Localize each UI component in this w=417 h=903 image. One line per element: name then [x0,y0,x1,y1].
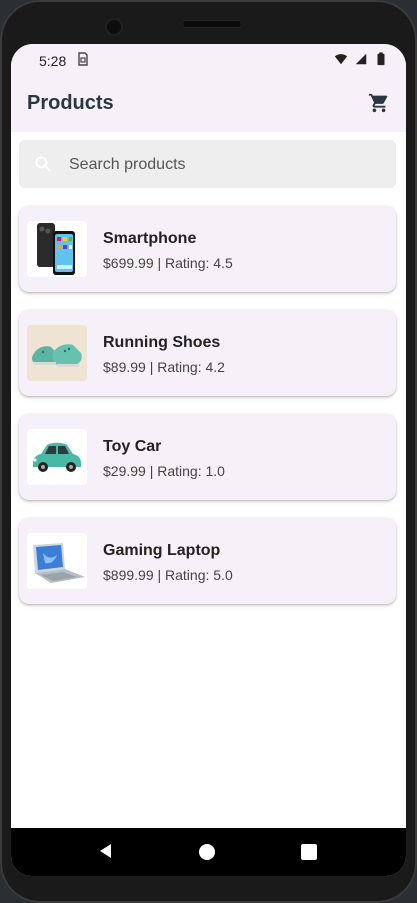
product-name: Gaming Laptop [103,542,221,559]
status-icons [334,52,388,66]
product-card-toy-car[interactable]: Toy Car $29.99 | Rating: 1.0 [19,414,396,500]
product-price-rating: $89.99 | Rating: 4.2 [103,359,225,375]
shoes-image [27,325,87,381]
product-price-rating: $899.99 | Rating: 5.0 [103,567,233,583]
front-camera [105,18,123,36]
product-list: Smartphone $699.99 | Rating: 4.5 Running… [19,206,396,622]
laptop-image [27,533,87,589]
phone-frame: 5:28 Products Search products Smartphone… [0,0,417,903]
product-name: Toy Car [103,438,162,455]
battery-icon [377,52,385,66]
earpiece [182,20,242,28]
toy-car-image [27,429,87,485]
product-card-running-shoes[interactable]: Running Shoes $89.99 | Rating: 4.2 [19,310,396,396]
product-card-gaming-laptop[interactable]: Gaming Laptop $899.99 | Rating: 5.0 [19,518,396,604]
home-icon[interactable] [199,844,215,860]
cart-button[interactable] [366,90,392,116]
cart-icon [368,93,388,113]
status-time: 5:28 [39,53,67,69]
screen: 5:28 Products Search products Smartphone… [11,44,406,876]
system-nav-bar [11,828,406,876]
product-price-rating: $699.99 | Rating: 4.5 [103,255,233,271]
back-icon[interactable] [97,842,115,860]
search-input[interactable] [67,150,381,180]
status-bar: 5:28 [11,44,406,76]
wifi-icon [334,54,348,65]
product-card-smartphone[interactable]: Smartphone $699.99 | Rating: 4.5 [19,206,396,292]
search-bar[interactable] [19,140,396,188]
product-name: Smartphone [103,230,197,247]
smartphone-image [27,221,87,277]
product-name: Running Shoes [103,334,221,351]
signal-icon [355,53,367,65]
app-bar: Products [11,76,406,132]
sim-icon [77,52,89,69]
product-price-rating: $29.99 | Rating: 1.0 [103,463,225,479]
page-title: Products [27,92,114,114]
search-icon [35,156,51,172]
recents-icon[interactable] [301,844,317,860]
